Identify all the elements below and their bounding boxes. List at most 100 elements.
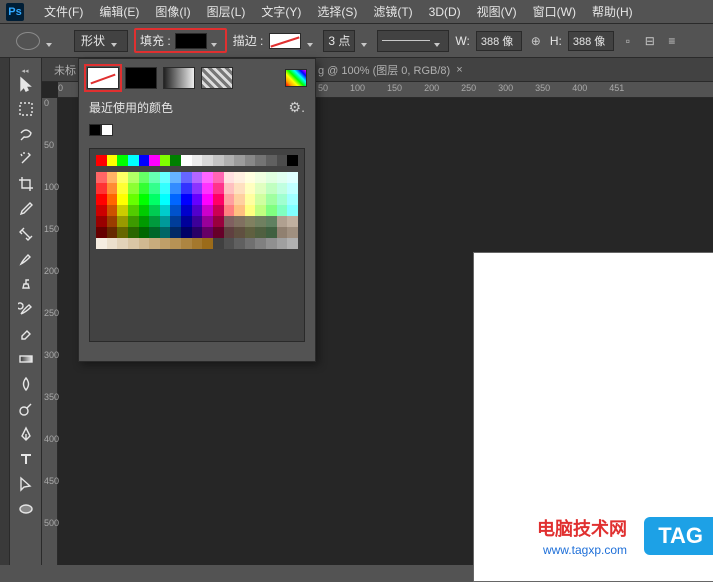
fill-dropdown-icon[interactable] [211, 36, 221, 46]
menu-image[interactable]: 图像(I) [147, 3, 198, 20]
color-swatch[interactable] [255, 155, 266, 166]
color-swatch[interactable] [224, 227, 235, 238]
color-swatch[interactable] [192, 216, 203, 227]
color-swatch[interactable] [96, 155, 107, 166]
color-swatch[interactable] [139, 172, 150, 183]
color-swatch[interactable] [192, 155, 203, 166]
color-swatch[interactable] [277, 183, 288, 194]
marquee-tool[interactable] [13, 97, 39, 121]
color-swatch[interactable] [181, 194, 192, 205]
color-swatch[interactable] [96, 172, 107, 183]
color-swatch[interactable] [181, 227, 192, 238]
ellipse-tool-icon[interactable] [16, 32, 40, 50]
color-swatch[interactable] [234, 155, 245, 166]
color-swatch[interactable] [117, 172, 128, 183]
move-tool[interactable] [13, 72, 39, 96]
color-swatch[interactable] [117, 183, 128, 194]
color-swatch[interactable] [160, 238, 171, 249]
color-swatch[interactable] [213, 205, 224, 216]
color-swatch[interactable] [224, 194, 235, 205]
color-swatch[interactable] [213, 194, 224, 205]
color-swatch[interactable] [181, 183, 192, 194]
tab-untitled[interactable]: 未标 [54, 62, 76, 78]
recent-swatch[interactable] [101, 124, 113, 136]
tab-document[interactable]: g @ 100% (图层 0, RGB/8) [318, 62, 450, 78]
color-swatch[interactable] [107, 155, 118, 166]
color-swatch[interactable] [107, 227, 118, 238]
color-swatch[interactable] [202, 172, 213, 183]
color-swatch[interactable] [139, 227, 150, 238]
color-swatch[interactable] [192, 238, 203, 249]
color-swatch[interactable] [266, 216, 277, 227]
dodge-tool[interactable] [13, 397, 39, 421]
color-swatch[interactable] [245, 183, 256, 194]
stroke-dropdown-icon[interactable] [307, 36, 317, 46]
stroke-swatch[interactable] [269, 33, 301, 49]
color-swatch[interactable] [234, 183, 245, 194]
color-swatch[interactable] [266, 205, 277, 216]
color-swatch[interactable] [234, 238, 245, 249]
color-swatch[interactable] [234, 172, 245, 183]
arrange-icon[interactable]: ≡ [664, 33, 680, 49]
color-swatch[interactable] [96, 194, 107, 205]
color-swatch[interactable] [117, 194, 128, 205]
color-swatch[interactable] [266, 172, 277, 183]
color-swatch[interactable] [170, 216, 181, 227]
menu-edit[interactable]: 编辑(E) [91, 3, 147, 20]
color-swatch[interactable] [107, 172, 118, 183]
color-swatch[interactable] [149, 194, 160, 205]
path-select-tool[interactable] [13, 472, 39, 496]
color-swatch[interactable] [255, 205, 266, 216]
color-swatch[interactable] [202, 238, 213, 249]
color-swatch[interactable] [245, 172, 256, 183]
color-swatch[interactable] [213, 216, 224, 227]
color-swatch[interactable] [213, 172, 224, 183]
color-swatch[interactable] [128, 216, 139, 227]
color-swatch[interactable] [170, 155, 181, 166]
color-swatch[interactable] [117, 238, 128, 249]
color-swatch[interactable] [287, 172, 298, 183]
color-swatch[interactable] [287, 238, 298, 249]
color-swatch[interactable] [107, 205, 118, 216]
color-swatch[interactable] [224, 183, 235, 194]
eraser-tool[interactable] [13, 322, 39, 346]
fill-swatch[interactable] [175, 33, 207, 49]
menu-view[interactable]: 视图(V) [469, 3, 525, 20]
color-swatch[interactable] [255, 238, 266, 249]
color-swatch[interactable] [287, 205, 298, 216]
color-swatch[interactable] [107, 183, 118, 194]
menu-filter[interactable]: 滤镜(T) [365, 3, 420, 20]
color-swatch[interactable] [287, 216, 298, 227]
pattern-button[interactable] [201, 67, 233, 89]
menu-file[interactable]: 文件(F) [36, 3, 91, 20]
color-swatch[interactable] [149, 183, 160, 194]
stroke-style-dropdown[interactable] [377, 30, 449, 52]
color-swatch[interactable] [181, 238, 192, 249]
color-swatch[interactable] [245, 227, 256, 238]
color-swatch[interactable] [277, 238, 288, 249]
color-swatch[interactable] [149, 155, 160, 166]
color-swatch[interactable] [149, 172, 160, 183]
color-swatch[interactable] [128, 183, 139, 194]
color-swatch[interactable] [202, 194, 213, 205]
color-swatch[interactable] [277, 216, 288, 227]
color-swatch[interactable] [234, 205, 245, 216]
recent-swatch[interactable] [89, 124, 101, 136]
color-swatch[interactable] [266, 238, 277, 249]
color-swatch[interactable] [192, 205, 203, 216]
color-swatch[interactable] [139, 183, 150, 194]
color-swatch[interactable] [160, 205, 171, 216]
color-swatch[interactable] [192, 227, 203, 238]
color-swatch[interactable] [139, 216, 150, 227]
color-swatch[interactable] [277, 205, 288, 216]
color-swatch[interactable] [149, 216, 160, 227]
gear-icon[interactable]: ⚙. [289, 99, 305, 116]
color-swatch[interactable] [213, 238, 224, 249]
color-swatch[interactable] [192, 194, 203, 205]
solid-color-button[interactable] [125, 67, 157, 89]
color-swatch[interactable] [255, 227, 266, 238]
color-swatch[interactable] [117, 227, 128, 238]
color-swatch[interactable] [287, 155, 298, 166]
crop-tool[interactable] [13, 172, 39, 196]
color-swatch[interactable] [266, 183, 277, 194]
